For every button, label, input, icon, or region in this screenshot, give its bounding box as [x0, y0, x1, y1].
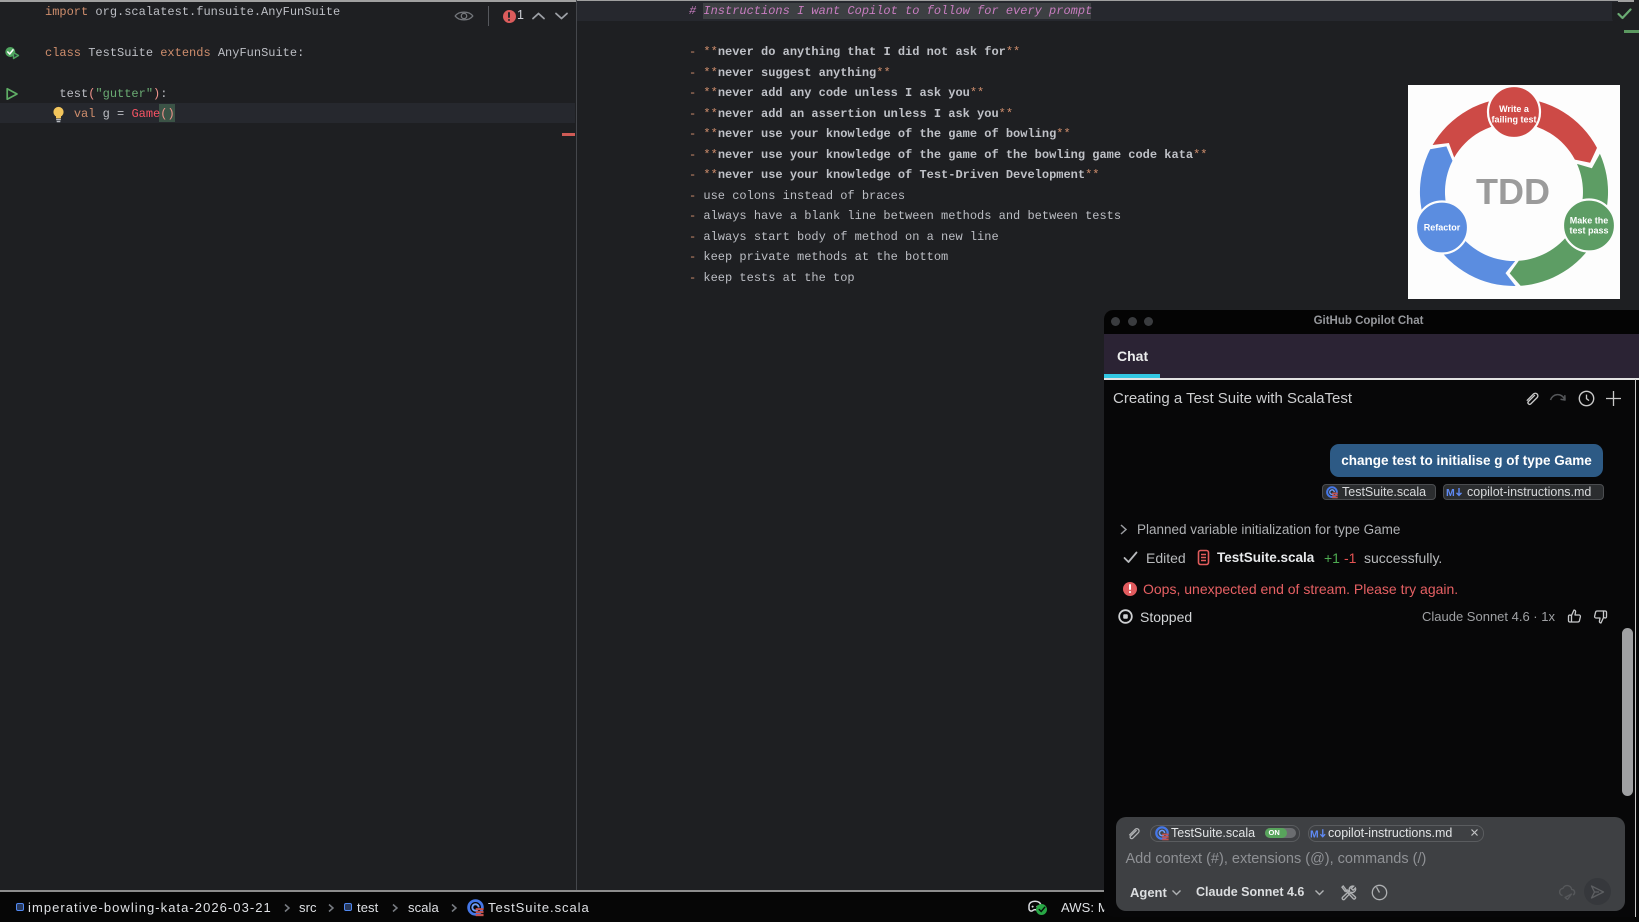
svg-text:failing test: failing test: [1491, 114, 1536, 124]
svg-text:M: M: [1446, 487, 1455, 498]
svg-text:Refactor: Refactor: [1424, 222, 1461, 232]
svg-text:M: M: [1310, 829, 1319, 840]
svg-text:Make the: Make the: [1570, 215, 1609, 225]
svg-text:Write a: Write a: [1499, 104, 1530, 114]
svg-text:test pass: test pass: [1569, 226, 1608, 236]
svg-text:TDD: TDD: [1476, 171, 1550, 212]
